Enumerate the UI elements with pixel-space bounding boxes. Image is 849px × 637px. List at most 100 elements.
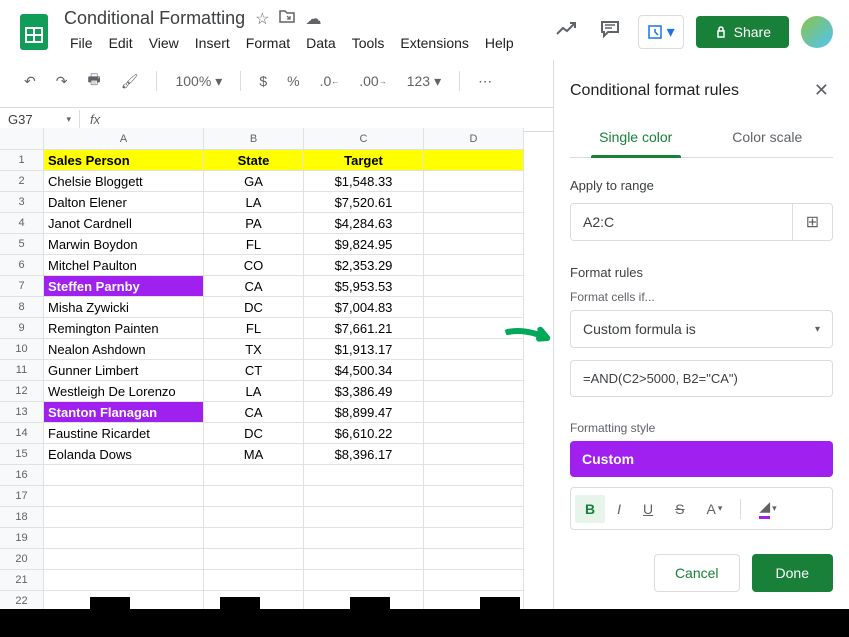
cell[interactable]	[424, 528, 524, 549]
cell[interactable]	[44, 570, 204, 591]
paint-format-icon[interactable]: 🖌	[113, 67, 147, 96]
move-icon[interactable]	[279, 9, 295, 28]
row-header[interactable]: 12	[0, 381, 44, 402]
cloud-icon[interactable]: ☁	[305, 9, 321, 29]
cell-name[interactable]: Mitchel Paulton	[44, 255, 204, 276]
cell-target[interactable]: $1,548.33	[304, 171, 424, 192]
cell[interactable]	[204, 549, 304, 570]
cell[interactable]	[44, 549, 204, 570]
cell-name[interactable]: Gunner Limbert	[44, 360, 204, 381]
table-header[interactable]: Sales Person	[44, 150, 204, 171]
cell[interactable]	[204, 507, 304, 528]
cell-name[interactable]: Faustine Ricardet	[44, 423, 204, 444]
cell[interactable]	[424, 444, 524, 465]
row-header[interactable]: 10	[0, 339, 44, 360]
cell-target[interactable]: $7,520.61	[304, 192, 424, 213]
row-header[interactable]: 9	[0, 318, 44, 339]
cell-state[interactable]: DC	[204, 423, 304, 444]
bold-icon[interactable]: B	[575, 495, 605, 523]
range-input[interactable]	[571, 204, 792, 240]
menu-insert[interactable]: Insert	[189, 31, 236, 55]
cell-name[interactable]: Chelsie Bloggett	[44, 171, 204, 192]
cell-state[interactable]: CA	[204, 402, 304, 423]
cell-state[interactable]: FL	[204, 234, 304, 255]
cell-state[interactable]: TX	[204, 339, 304, 360]
more-icon[interactable]: ⋯	[470, 67, 500, 96]
style-preview[interactable]: Custom	[570, 441, 833, 477]
text-color-icon[interactable]: A▾	[696, 495, 732, 523]
condition-select[interactable]: Custom formula is ▾	[570, 310, 833, 348]
row-header[interactable]: 11	[0, 360, 44, 381]
cell-name[interactable]: Westleigh De Lorenzo	[44, 381, 204, 402]
cell[interactable]	[424, 570, 524, 591]
print-icon[interactable]: 🖶	[79, 63, 108, 99]
menu-edit[interactable]: Edit	[103, 31, 139, 55]
comment-icon[interactable]	[594, 14, 626, 49]
cell[interactable]	[424, 402, 524, 423]
row-header[interactable]: 21	[0, 570, 44, 591]
row-header[interactable]: 5	[0, 234, 44, 255]
cell-state[interactable]: DC	[204, 297, 304, 318]
row-header[interactable]: 2	[0, 171, 44, 192]
col-header-b[interactable]: B	[204, 128, 304, 150]
tab-color-scale[interactable]: Color scale	[702, 121, 834, 157]
cell-target[interactable]: $8,899.47	[304, 402, 424, 423]
cell-state[interactable]: PA	[204, 213, 304, 234]
row-header[interactable]: 20	[0, 549, 44, 570]
cancel-button[interactable]: Cancel	[654, 554, 740, 592]
cell-state[interactable]: GA	[204, 171, 304, 192]
cell[interactable]	[424, 276, 524, 297]
col-header-a[interactable]: A	[44, 128, 204, 150]
cell-target[interactable]: $4,500.34	[304, 360, 424, 381]
cell-target[interactable]: $5,953.53	[304, 276, 424, 297]
undo-icon[interactable]: ↶	[16, 67, 44, 96]
cell-state[interactable]: CA	[204, 276, 304, 297]
row-header[interactable]: 1	[0, 150, 44, 171]
row-header[interactable]: 4	[0, 213, 44, 234]
cell-state[interactable]: FL	[204, 318, 304, 339]
menu-help[interactable]: Help	[479, 31, 520, 55]
cell[interactable]	[204, 486, 304, 507]
cell-state[interactable]: LA	[204, 381, 304, 402]
row-header[interactable]: 16	[0, 465, 44, 486]
done-button[interactable]: Done	[752, 554, 833, 592]
cell-target[interactable]: $4,284.63	[304, 213, 424, 234]
underline-icon[interactable]: U	[633, 495, 663, 523]
col-header-c[interactable]: C	[304, 128, 424, 150]
cell[interactable]	[424, 192, 524, 213]
row-header[interactable]: 13	[0, 402, 44, 423]
cell-target[interactable]: $7,661.21	[304, 318, 424, 339]
row-header[interactable]: 7	[0, 276, 44, 297]
formula-input[interactable]	[570, 360, 833, 397]
cell-state[interactable]: CT	[204, 360, 304, 381]
cell-target[interactable]: $3,386.49	[304, 381, 424, 402]
cell[interactable]	[424, 507, 524, 528]
trend-icon[interactable]	[550, 16, 582, 47]
last-edit-button[interactable]: ▾	[638, 15, 684, 49]
menu-file[interactable]: File	[64, 31, 99, 55]
currency-icon[interactable]: $	[251, 67, 275, 95]
cell-name[interactable]: Remington Painten	[44, 318, 204, 339]
cell[interactable]	[424, 486, 524, 507]
cell[interactable]	[304, 570, 424, 591]
row-header[interactable]: 15	[0, 444, 44, 465]
menu-extensions[interactable]: Extensions	[394, 31, 474, 55]
star-icon[interactable]: ☆	[255, 9, 269, 29]
percent-icon[interactable]: %	[279, 67, 307, 95]
zoom-select[interactable]: 100%▾	[167, 67, 230, 96]
table-header[interactable]: Target	[304, 150, 424, 171]
cell-name[interactable]: Marwin Boydon	[44, 234, 204, 255]
cell-target[interactable]: $7,004.83	[304, 297, 424, 318]
cell[interactable]	[424, 150, 524, 171]
row-header[interactable]: 6	[0, 255, 44, 276]
number-format-select[interactable]: 123▾	[399, 67, 449, 96]
share-button[interactable]: Share	[696, 16, 789, 48]
cell[interactable]	[424, 381, 524, 402]
row-header[interactable]: 17	[0, 486, 44, 507]
menu-tools[interactable]: Tools	[346, 31, 391, 55]
select-all-corner[interactable]	[0, 128, 44, 150]
cell-name[interactable]: Eolanda Dows	[44, 444, 204, 465]
cell[interactable]	[424, 360, 524, 381]
cell-target[interactable]: $8,396.17	[304, 444, 424, 465]
cell-state[interactable]: LA	[204, 192, 304, 213]
